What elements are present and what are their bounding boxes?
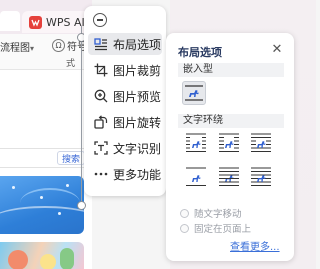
omega-icon: Ω [52,39,65,52]
layout-options-panel: 布局选项 ✕ 嵌入型 文字环绕 随文字移动 固定在页面上 查看更多... [166,33,294,261]
text-recognition-icon [93,141,108,156]
image-decoration [40,254,56,269]
collapse-button[interactable] [93,13,107,27]
crop-image-label: 图片裁剪 [113,63,162,78]
wrap-option-behind-text[interactable] [217,165,241,189]
fix-on-page-label: 固定在页面上 [194,224,252,235]
section-text-wrap-heading: 文字环绕 [178,114,284,128]
behind-text-icon [219,167,239,187]
rotate-icon [93,115,108,130]
image-decoration [58,212,61,215]
top-bottom-wrap-icon [186,167,206,187]
more-features-button[interactable]: 更多功能 [88,163,162,185]
image-decoration [8,250,28,269]
ribbon-row-2: 式 [0,56,92,70]
wrap-option-top-bottom[interactable] [184,165,208,189]
minus-icon [97,19,103,21]
selected-image[interactable] [0,176,84,234]
rotate-image-label: 图片旋转 [113,115,162,130]
more-icon [93,167,108,182]
text-recognition-label: 文字识别 [113,141,162,156]
image-decoration [12,186,15,189]
resize-handle-bottom[interactable] [77,201,86,210]
wrap-option-tight[interactable] [217,131,241,155]
preview-image-button[interactable]: 图片预览 [88,85,162,107]
in-front-of-text-icon [251,167,271,187]
search-row: 搜索 [0,148,92,168]
inline-option[interactable] [182,81,206,105]
ribbon-fragment-label: 式 [66,59,76,69]
layout-options-button[interactable]: 布局选项 [88,33,162,55]
tight-wrap-icon [219,133,239,153]
zoom-in-icon [93,89,108,104]
tab-wps-ai-label: WPS AI [46,15,85,29]
layout-options-icon [93,37,108,52]
crop-icon [93,63,108,78]
image-decoration [20,188,80,218]
move-with-text-option[interactable]: 随文字移动 [180,206,242,220]
text-recognition-button[interactable]: 文字识别 [88,137,162,159]
section-inline-heading: 嵌入型 [178,63,284,77]
flowchart-label: 流程图 [0,43,30,54]
image-decoration [60,248,74,269]
document-image[interactable] [0,242,84,269]
wrap-option-in-front-of-text[interactable] [249,165,273,189]
layout-options-label: 布局选项 [113,37,162,52]
see-more-link[interactable]: 查看更多... [230,238,280,253]
chevron-down-icon: ▾ [30,44,35,53]
image-decoration [40,196,43,199]
square-wrap-icon [186,133,206,153]
image-decoration [66,184,69,187]
wps-logo-icon [29,15,42,29]
tab-bar: WPS AI [0,0,92,34]
through-wrap-icon [251,133,271,153]
preview-image-label: 图片预览 [113,89,162,104]
wrap-option-through[interactable] [249,131,273,155]
inline-icon [185,85,203,101]
radio-circle-icon [180,208,189,218]
radio-circle-icon [180,223,189,233]
panel-title: 布局选项 [178,46,222,59]
rotate-image-button[interactable]: 图片旋转 [88,111,162,133]
more-features-label: 更多功能 [113,167,162,182]
close-icon[interactable]: ✕ [270,42,284,56]
document-page [0,70,92,150]
image-selection-edge [81,26,82,206]
image-context-toolbar: 布局选项 图片裁剪 图片预览 图片旋转 文字识别 更多功能 [84,6,166,196]
move-with-text-label: 随文字移动 [194,209,242,220]
flowchart-dropdown[interactable]: 流程图▾ [0,39,34,54]
fix-on-page-option[interactable]: 固定在页面上 [180,221,251,235]
crop-image-button[interactable]: 图片裁剪 [88,59,162,81]
tab-previous[interactable] [0,11,20,31]
wrap-option-square[interactable] [184,131,208,155]
